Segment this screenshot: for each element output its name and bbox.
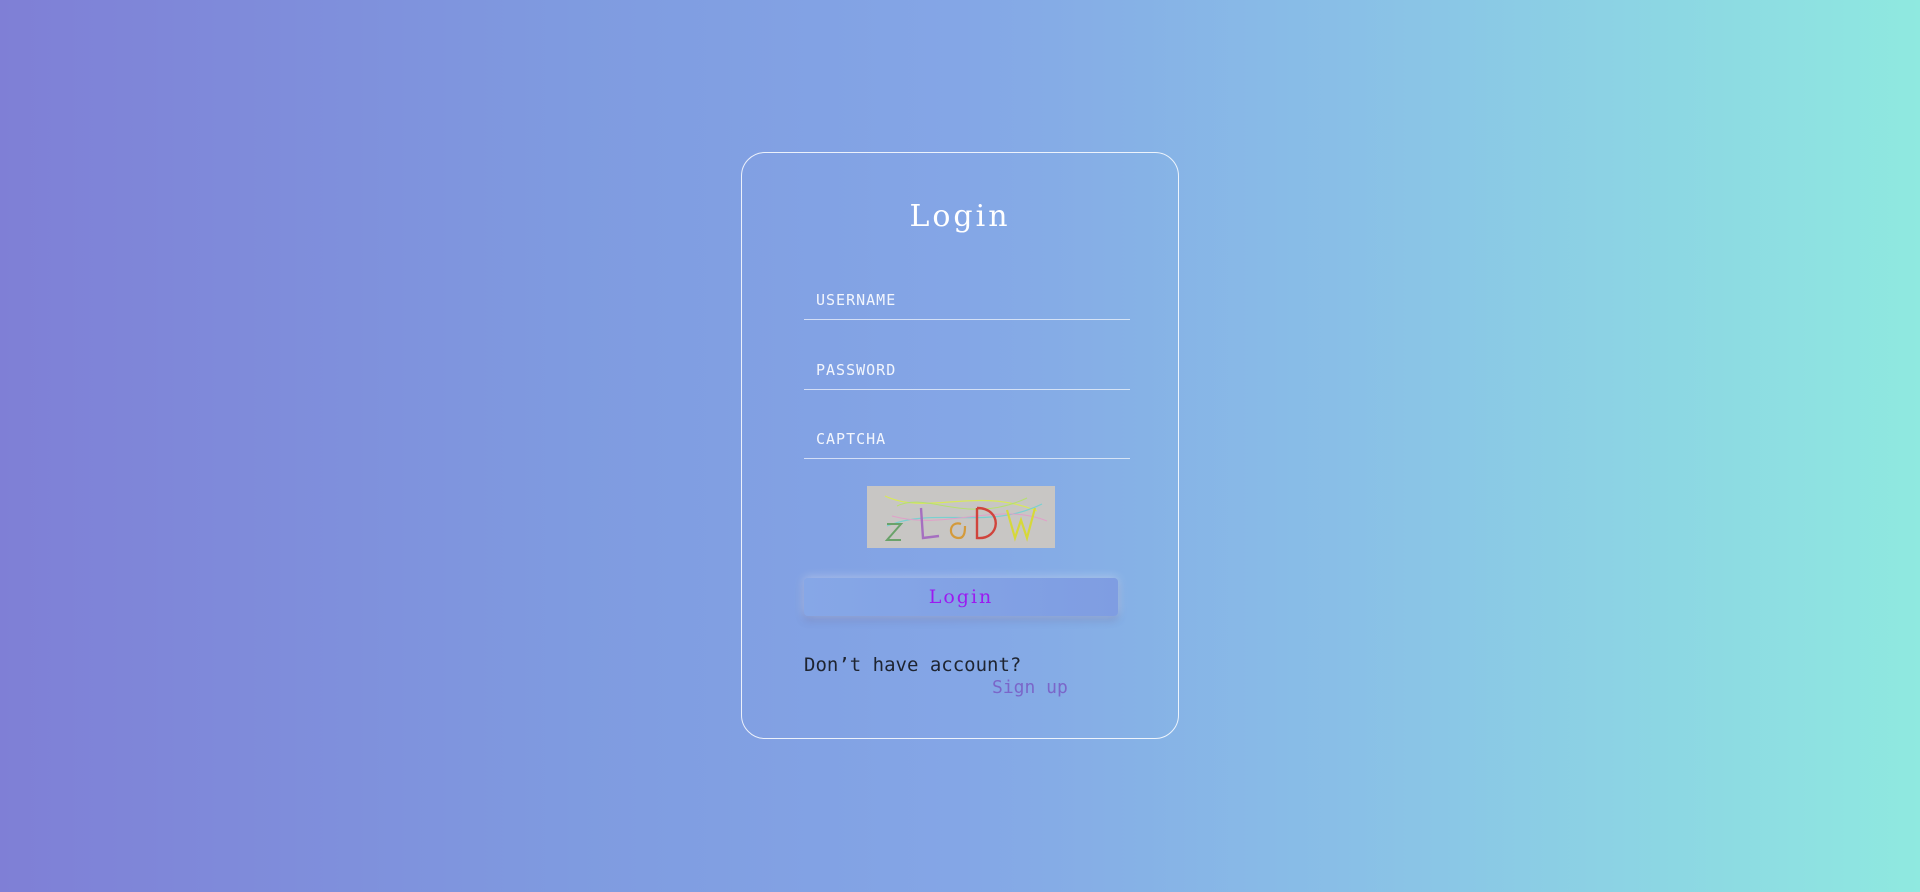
login-button[interactable]: Login	[804, 578, 1118, 616]
login-title: Login	[909, 199, 1011, 234]
login-card: Login Login Don’t have account? Sign up	[741, 152, 1179, 739]
captcha-image[interactable]	[867, 486, 1055, 548]
captcha-input[interactable]	[804, 419, 1130, 459]
password-input[interactable]	[804, 350, 1130, 390]
no-account-text: Don’t have account?	[804, 654, 1022, 676]
signup-link[interactable]: Sign up	[992, 677, 1068, 698]
username-input[interactable]	[804, 280, 1130, 320]
